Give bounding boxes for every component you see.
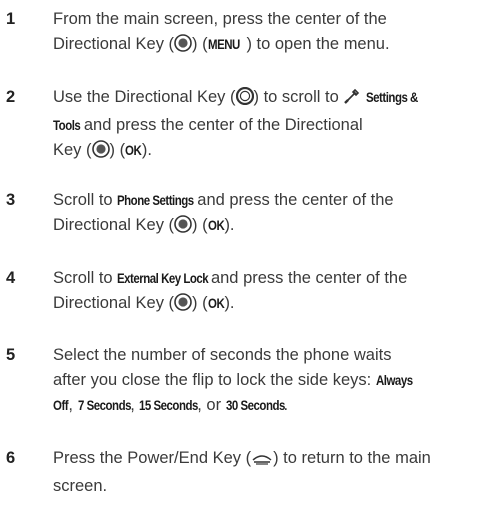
step-line: Directional Key () (OK). (53, 213, 473, 241)
step-line: Press the Power/End Key () to return to … (53, 446, 473, 474)
step-line: From the main screen, press the center o… (53, 10, 387, 28)
step-number: 5 (6, 346, 16, 364)
directional-key-icon (235, 86, 254, 113)
directional-key-center-icon (174, 293, 192, 319)
step-line: screen. (53, 477, 108, 495)
power-end-key-icon (251, 449, 273, 474)
step-line: Directional Key () (MENU) to open the me… (53, 32, 473, 60)
step-text: Scroll to Phone Settings and press the c… (53, 188, 473, 241)
step-text: Scroll to External Key Lock and press th… (53, 266, 473, 319)
step-line: Key () (OK). (53, 138, 473, 166)
step-line: Select the number of seconds the phone w… (53, 346, 392, 364)
step-line: Tools and press the center of the Direct… (53, 116, 363, 134)
step-number: 2 (6, 88, 16, 106)
directional-key-center-icon (174, 215, 192, 241)
settings-tools-icon (343, 87, 361, 113)
step-line: Use the Directional Key () to scroll to … (53, 85, 473, 113)
step-number: 3 (6, 191, 16, 209)
step-text: From the main screen, press the center o… (53, 7, 473, 60)
directional-key-center-icon (174, 34, 192, 60)
step-text: Select the number of seconds the phone w… (53, 343, 473, 418)
step-line: Scroll to Phone Settings and press the c… (53, 191, 394, 209)
step-text: Use the Directional Key () to scroll to … (53, 85, 473, 166)
instruction-page: 1 From the main screen, press the center… (0, 0, 477, 508)
directional-key-center-icon (91, 140, 110, 166)
step-line: Scroll to External Key Lock and press th… (53, 269, 408, 287)
step-number: 1 (6, 10, 16, 28)
step-line: after you close the flip to lock the sid… (53, 371, 413, 389)
step-number: 4 (6, 269, 16, 287)
step-line: Directional Key () (OK). (53, 291, 473, 319)
step-line: Off, 7 Seconds, 15 Seconds, or 30 Second… (53, 396, 289, 414)
step-text: Press the Power/End Key () to return to … (53, 446, 473, 499)
step-number: 6 (6, 449, 16, 467)
